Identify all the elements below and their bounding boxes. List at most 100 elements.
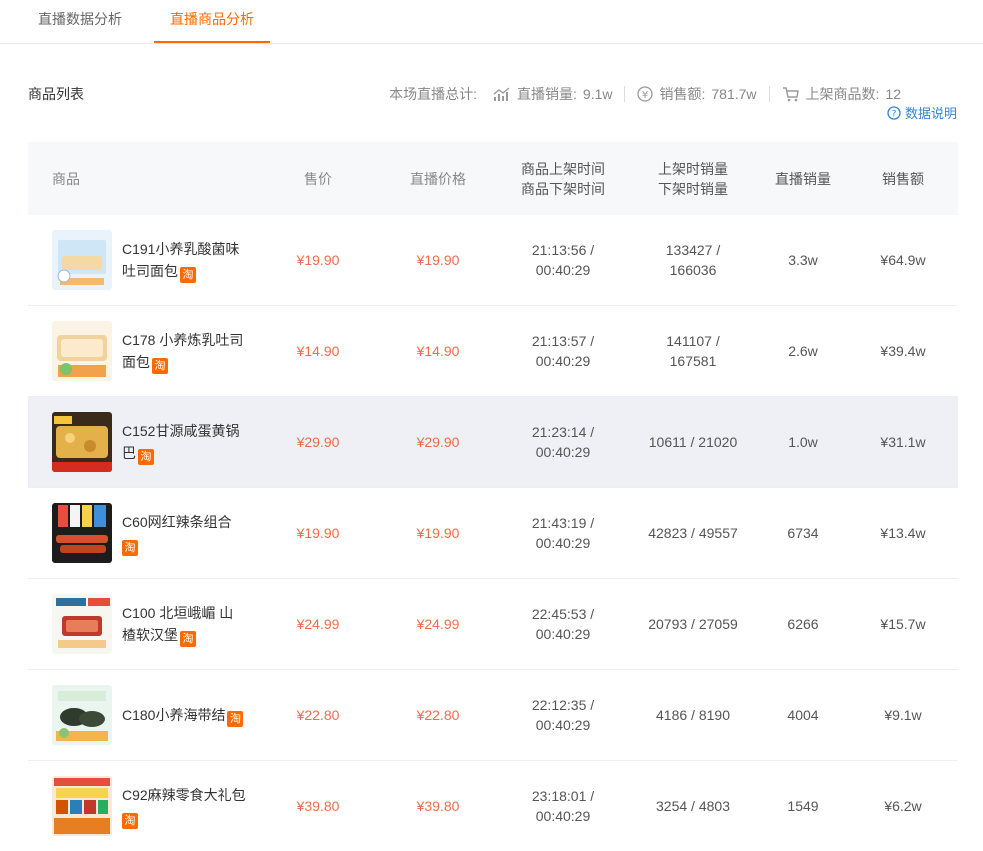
product-name[interactable]: C191小养乳酸菌味吐司面包淘 <box>122 238 247 283</box>
price-cell: ¥22.80 <box>296 707 340 723</box>
product-name[interactable]: C180小养海带结淘 <box>122 704 247 727</box>
product-thumbnail[interactable] <box>52 230 112 290</box>
sales-cell: 3254 / 4803 <box>656 798 730 814</box>
table-row[interactable]: C180小养海带结淘 ¥22.80 ¥22.80 22:12:35 / 00:4… <box>28 670 958 761</box>
col-sales-off: 下架时销量 <box>658 180 728 197</box>
live-sales-value: 9.1w <box>582 86 613 102</box>
live-price-cell: ¥39.80 <box>416 798 460 814</box>
product-thumbnail[interactable] <box>52 503 112 563</box>
live-price-cell: ¥14.90 <box>416 343 460 359</box>
time-cell: 21:13:57 / 00:40:29 <box>531 333 595 369</box>
product-list-title: 商品列表 <box>28 86 84 102</box>
summary-prefix: 本场直播总计: <box>389 86 478 102</box>
col-time-on: 商品上架时间 <box>521 160 605 177</box>
summary-items: 上架商品数: 12 <box>782 84 901 104</box>
price-cell: ¥19.90 <box>296 525 340 541</box>
col-price: 售价 <box>304 170 332 187</box>
table-header: 商品 售价 直播价格 商品上架时间 商品下架时间 上架时销量 下架时销量 直播销… <box>28 142 958 215</box>
svg-text:?: ? <box>892 109 897 119</box>
time-cell: 21:13:56 / 00:40:29 <box>531 242 595 278</box>
product-name[interactable]: C100 北垣峨嵋 山楂软汉堡淘 <box>122 602 247 647</box>
product-cell: C92麻辣零食大礼包淘 <box>28 776 258 836</box>
amount-cell: ¥9.1w <box>884 707 922 723</box>
volume-cell: 1.0w <box>788 434 818 450</box>
table-row[interactable]: C60网红辣条组合淘 ¥19.90 ¥19.90 21:43:19 / 00:4… <box>28 488 958 579</box>
product-thumbnail[interactable] <box>52 412 112 472</box>
taobao-badge-icon: 淘 <box>122 539 138 556</box>
time-cell: 22:12:35 / 00:40:29 <box>531 697 595 733</box>
product-name[interactable]: C92麻辣零食大礼包淘 <box>122 784 247 829</box>
live-price-cell: ¥24.99 <box>416 616 460 632</box>
product-cell: C100 北垣峨嵋 山楂软汉堡淘 <box>28 594 258 654</box>
product-thumbnail[interactable] <box>52 594 112 654</box>
live-sales-label: 直播销量: <box>517 86 577 102</box>
sales-cell: 42823 / 49557 <box>648 525 738 541</box>
amount-label: 销售额: <box>659 86 706 102</box>
product-thumbnail[interactable] <box>52 321 112 381</box>
tab-bar: 直播数据分析 直播商品分析 <box>0 0 983 44</box>
col-live-volume: 直播销量 <box>775 170 831 187</box>
sales-cell: 4186 / 8190 <box>656 707 730 723</box>
volume-cell: 4004 <box>787 707 819 723</box>
product-name[interactable]: C60网红辣条组合淘 <box>122 511 247 556</box>
volume-cell: 2.6w <box>788 343 818 359</box>
data-help-link[interactable]: ? 数据说明 <box>887 103 957 122</box>
price-cell: ¥19.90 <box>296 252 340 268</box>
amount-value: 781.7w <box>711 86 757 102</box>
volume-cell: 6734 <box>787 525 819 541</box>
product-cell: C180小养海带结淘 <box>28 685 258 745</box>
time-cell: 23:18:01 / 00:40:29 <box>531 788 595 824</box>
col-live-price: 直播价格 <box>410 170 466 187</box>
data-help-label: 数据说明 <box>904 106 957 121</box>
table-row[interactable]: C100 北垣峨嵋 山楂软汉堡淘 ¥24.99 ¥24.99 22:45:53 … <box>28 579 958 670</box>
product-name[interactable]: C152甘源咸蛋黄锅巴淘 <box>122 420 247 465</box>
amount-cell: ¥15.7w <box>880 616 926 632</box>
price-cell: ¥39.80 <box>296 798 340 814</box>
summary-divider <box>624 86 626 102</box>
live-price-cell: ¥29.90 <box>416 434 460 450</box>
amount-cell: ¥39.4w <box>880 343 926 359</box>
product-name[interactable]: C178 小养炼乳吐司面包淘 <box>122 329 247 374</box>
taobao-badge-icon: 淘 <box>180 630 196 647</box>
product-table: 商品 售价 直播价格 商品上架时间 商品下架时间 上架时销量 下架时销量 直播销… <box>28 142 958 851</box>
taobao-badge-icon: 淘 <box>180 266 196 283</box>
volume-cell: 1549 <box>787 798 819 814</box>
price-cell: ¥29.90 <box>296 434 340 450</box>
amount-cell: ¥31.1w <box>880 434 926 450</box>
yen-coin-icon: ¥ <box>637 86 654 102</box>
product-cell: C152甘源咸蛋黄锅巴淘 <box>28 412 258 472</box>
help-circle-icon: ? <box>887 105 901 120</box>
tab-live-data-analysis[interactable]: 直播数据分析 <box>38 0 122 41</box>
tab-live-product-analysis[interactable]: 直播商品分析 <box>154 0 270 43</box>
items-label: 上架商品数: <box>805 86 880 102</box>
sales-cell: 133427 / 166036 <box>665 242 721 278</box>
sales-cell: 20793 / 27059 <box>648 616 738 632</box>
summary-bar: 本场直播总计: 直播销量: 9.1w ¥ 销售额: 781.7w 上架商品数: … <box>389 84 901 104</box>
table-row[interactable]: C178 小养炼乳吐司面包淘 ¥14.90 ¥14.90 21:13:57 / … <box>28 306 958 397</box>
svg-text:¥: ¥ <box>642 90 648 101</box>
live-price-cell: ¥19.90 <box>416 252 460 268</box>
taobao-badge-icon: 淘 <box>138 448 154 465</box>
live-price-cell: ¥19.90 <box>416 525 460 541</box>
col-sales: 上架时销量 下架时销量 <box>628 159 758 199</box>
volume-cell: 3.3w <box>788 252 818 268</box>
time-cell: 22:45:53 / 00:40:29 <box>531 606 595 642</box>
col-amount: 销售额 <box>882 170 924 187</box>
table-row[interactable]: C152甘源咸蛋黄锅巴淘 ¥29.90 ¥29.90 21:23:14 / 00… <box>28 397 958 488</box>
product-thumbnail[interactable] <box>52 776 112 836</box>
items-value: 12 <box>885 86 901 102</box>
summary-live-sales: 直播销量: 9.1w <box>493 84 612 104</box>
volume-cell: 6266 <box>787 616 819 632</box>
list-header: 商品列表 本场直播总计: 直播销量: 9.1w ¥ 销售额: 781.7w 上架… <box>0 44 983 144</box>
time-cell: 21:23:14 / 00:40:29 <box>531 424 595 460</box>
product-thumbnail[interactable] <box>52 685 112 745</box>
price-cell: ¥14.90 <box>296 343 340 359</box>
time-cell: 21:43:19 / 00:40:29 <box>531 515 595 551</box>
table-row[interactable]: C191小养乳酸菌味吐司面包淘 ¥19.90 ¥19.90 21:13:56 /… <box>28 215 958 306</box>
summary-divider <box>768 86 770 102</box>
table-row[interactable]: C92麻辣零食大礼包淘 ¥39.80 ¥39.80 23:18:01 / 00:… <box>28 761 958 851</box>
product-cell: C191小养乳酸菌味吐司面包淘 <box>28 230 258 290</box>
live-price-cell: ¥22.80 <box>416 707 460 723</box>
trend-chart-icon <box>493 87 510 101</box>
sales-cell: 10611 / 21020 <box>648 434 738 450</box>
